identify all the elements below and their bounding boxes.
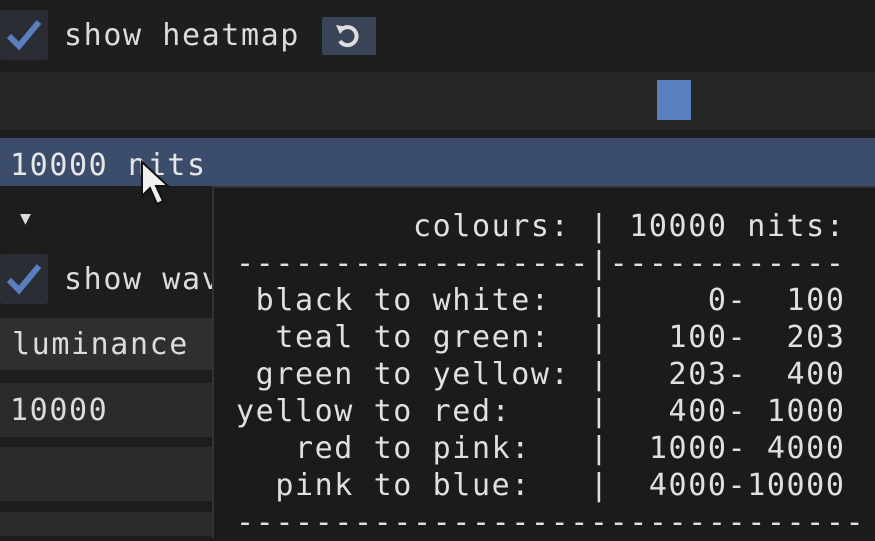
tooltip-line: colours: | 10000 nits: — [236, 209, 846, 244]
tooltip-line: pink to blue: | 4000-10000 — [236, 468, 846, 503]
heatmap-row: show heatmap — [0, 0, 875, 70]
mouse-cursor-icon — [141, 160, 171, 206]
tooltip-text: colours: | 10000 nits: -----------------… — [236, 208, 865, 541]
nits-input-value: 10000 — [10, 393, 109, 428]
tooltip-line: black to white: | 0- 100 — [236, 283, 846, 318]
mode-combo[interactable]: luminance — [0, 318, 212, 370]
triangle-down-icon[interactable]: ▼ — [20, 208, 31, 229]
reset-icon — [336, 25, 359, 48]
show-waveform-label: show wav — [64, 262, 222, 297]
slider-track[interactable] — [0, 72, 875, 130]
show-waveform-checkbox[interactable] — [0, 254, 48, 304]
reset-button[interactable] — [322, 17, 376, 55]
show-heatmap-checkbox[interactable] — [0, 10, 48, 60]
slider-grab[interactable] — [657, 80, 691, 120]
selected-item-label: 10000 nits — [10, 148, 207, 183]
mode-combo-value: luminance — [12, 327, 189, 362]
checkmark-icon — [6, 264, 42, 295]
tooltip-line: ------------------|------------ — [236, 246, 846, 281]
colour-legend-tooltip: colours: | 10000 nits: -----------------… — [212, 186, 875, 541]
selected-list-item[interactable]: 10000 nits — [0, 138, 875, 186]
checkmark-icon — [6, 20, 42, 51]
tooltip-line: yellow to red: | 400- 1000 — [236, 394, 846, 429]
show-heatmap-label: show heatmap — [64, 18, 300, 53]
tooltip-line: red to pink: | 1000- 4000 — [236, 431, 846, 466]
empty-field[interactable] — [0, 512, 212, 536]
tooltip-line: -------------------------------- — [236, 505, 866, 540]
tooltip-line: green to yellow: | 203- 400 — [236, 357, 846, 392]
nits-input[interactable]: 10000 — [0, 383, 212, 437]
tooltip-line: teal to green: | 100- 203 — [236, 320, 846, 355]
empty-field[interactable] — [0, 447, 212, 501]
